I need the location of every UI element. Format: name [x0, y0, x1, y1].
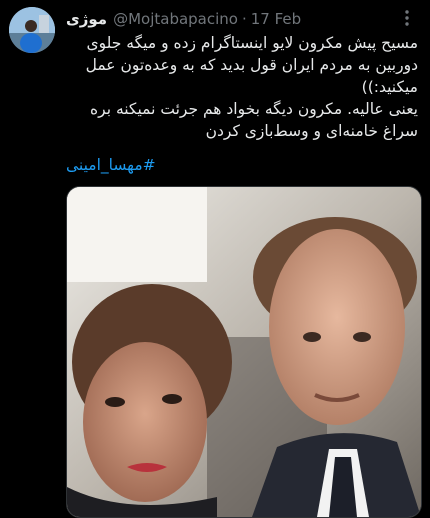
separator-dot: ·	[241, 10, 247, 28]
avatar-image	[9, 7, 55, 53]
tweet-text-paragraph-2: یعنی عالیه. مکرون دیگه بخواد هم جرئت نمی…	[90, 100, 418, 140]
author-display-name[interactable]: موژی	[66, 10, 107, 28]
tweet-media-image[interactable]	[66, 186, 422, 518]
tweet: موژی @Mojtabapacino · 17 Feb مسیح پیش مک…	[0, 0, 430, 518]
tweet-date[interactable]: 17 Feb	[251, 10, 301, 28]
tweet-header: موژی @Mojtabapacino · 17 Feb	[66, 8, 301, 30]
more-options-icon[interactable]	[396, 8, 418, 28]
tweet-text: مسیح پیش مکرون لایو اینستاگرام زده و میگ…	[66, 32, 418, 142]
hashtag-line: #مهسا_امینی	[66, 154, 418, 176]
avatar[interactable]	[9, 7, 55, 53]
author-handle[interactable]: @Mojtabapacino	[113, 10, 238, 28]
tweet-text-paragraph-1: مسیح پیش مکرون لایو اینستاگرام زده و میگ…	[85, 34, 418, 96]
selfie-photo	[67, 187, 421, 517]
hashtag-link[interactable]: #مهسا_امینی	[66, 156, 156, 174]
